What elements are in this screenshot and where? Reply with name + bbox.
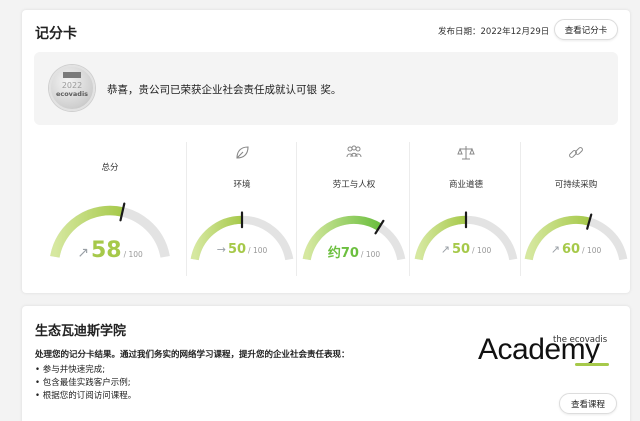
theme-score: ↗ 60 / 100	[516, 242, 636, 257]
theme-score-max: / 100	[472, 246, 492, 255]
theme-score: → 50 / 100	[182, 242, 302, 257]
silver-medal-icon: 2022 ecovadis	[49, 65, 95, 111]
theme-score: ↗ 50 / 100	[406, 242, 526, 257]
trend-up-icon: ↗	[77, 245, 89, 261]
scorecard-card: 记分卡 发布日期：2022年12月29日 查看记分卡 2022 ecovadis…	[22, 10, 630, 293]
award-message: 恭喜，贵公司已荣获企业社会责任成就认可银 奖。	[107, 84, 342, 96]
academy-title: 生态瓦迪斯学院	[35, 324, 127, 339]
view-courses-button[interactable]: 查看课程	[559, 393, 617, 414]
overall-score-value: ↗ 58 / 100	[40, 238, 180, 263]
list-item: 包含最佳实践客户示例;	[35, 377, 136, 390]
theme-environment: 环境 → 50 / 100	[182, 138, 302, 278]
overall-score-label: 总分	[101, 163, 119, 173]
theme-label: 环境	[233, 180, 251, 190]
trend-up-icon: ↗	[550, 243, 560, 256]
theme-score-number: 50	[451, 242, 471, 257]
scorecard-title: 记分卡	[35, 26, 77, 42]
theme-label: 商业道德	[448, 180, 483, 190]
medal-year: 2022	[61, 81, 83, 90]
overall-score-number: 58	[90, 238, 122, 263]
theme-score-max: / 100	[360, 250, 381, 259]
list-item: 参与并快速完成;	[35, 364, 136, 377]
environment-gauge	[190, 211, 294, 261]
theme-score-max: / 100	[248, 246, 268, 255]
academy-logo-accent	[575, 363, 609, 366]
leaf-icon	[236, 146, 249, 159]
academy-logo: Academy	[478, 333, 600, 366]
people-icon	[346, 145, 362, 158]
publish-date: 发布日期：2022年12月29日	[438, 27, 550, 37]
theme-labor-human-rights: 劳工与人权 约70 / 100	[294, 138, 414, 278]
academy-lead: 处理您的记分卡结果。通过我们务实的网络学习课程，提升您的企业社会责任表现：	[35, 350, 350, 360]
academy-card: 生态瓦迪斯学院 处理您的记分卡结果。通过我们务实的网络学习课程，提升您的企业社会…	[22, 306, 630, 421]
theme-score-number: 50	[227, 242, 247, 257]
medal-logo: ecovadis	[55, 90, 89, 98]
procurement-gauge	[524, 213, 628, 261]
list-item: 根据您的订阅访问课程。	[35, 390, 137, 403]
award-banner: 2022 ecovadis 恭喜，贵公司已荣获企业社会责任成就认可银 奖。	[34, 52, 618, 125]
theme-score-max: / 100	[582, 246, 602, 255]
overall-score-max: / 100	[123, 250, 143, 259]
scales-icon	[457, 146, 475, 160]
medal-ribbon	[63, 72, 81, 78]
overall-score: 总分 ↗ 58 / 100	[40, 138, 180, 278]
view-scorecard-button[interactable]: 查看记分卡	[554, 19, 618, 40]
link-icon	[569, 147, 583, 158]
theme-sustainable-procurement: 可持续采购 ↗ 60 / 100	[516, 138, 636, 278]
theme-label: 劳工与人权	[332, 180, 376, 190]
trend-flat-icon: →	[216, 243, 226, 256]
theme-business-ethics: 商业道德 ↗ 50 / 100	[406, 138, 526, 278]
theme-score: 约70 / 100	[294, 242, 414, 261]
theme-score-number: 约70	[327, 246, 359, 261]
theme-label: 可持续采购	[554, 180, 598, 190]
theme-score-number: 60	[561, 242, 581, 257]
trend-up-icon: ↗	[440, 243, 450, 256]
academy-benefits-list: 参与并快速完成; 包含最佳实践客户示例; 根据您的订阅访问课程。	[35, 364, 137, 403]
ethics-gauge	[414, 211, 518, 261]
